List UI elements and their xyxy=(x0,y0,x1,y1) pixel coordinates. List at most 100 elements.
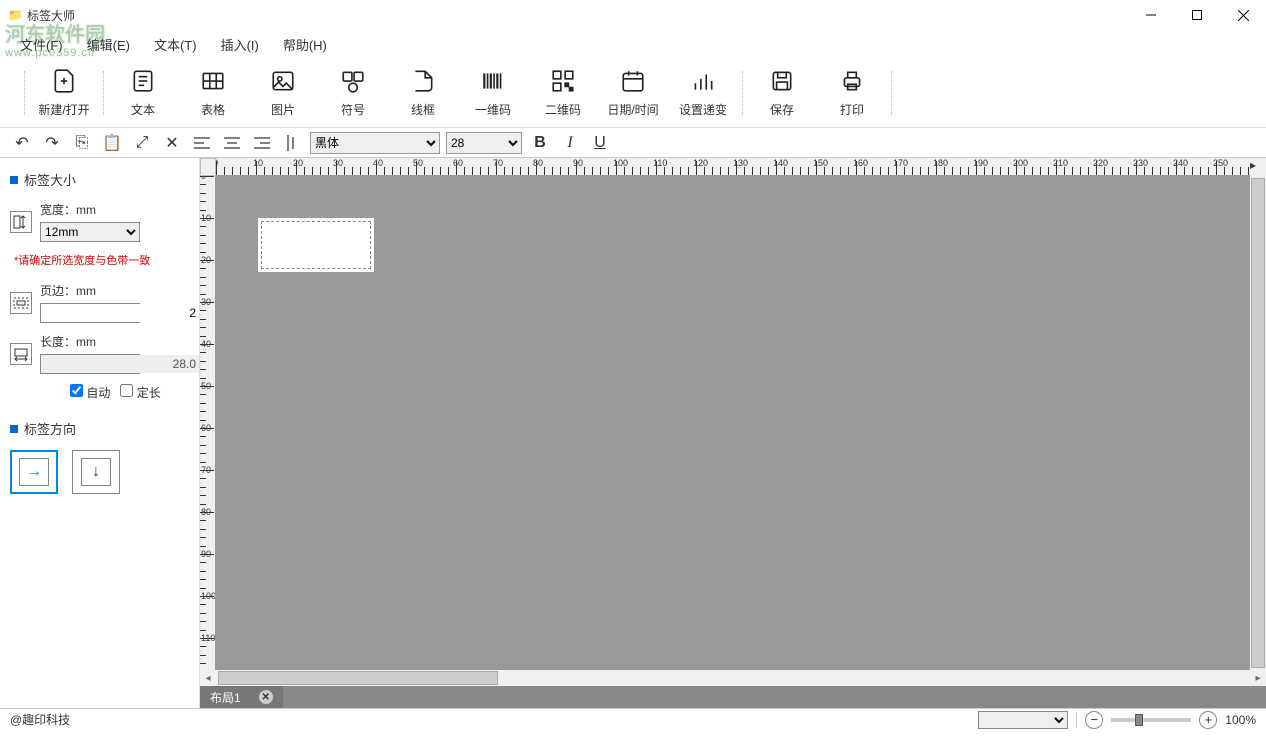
barcode1d-button[interactable]: 一维码 xyxy=(458,65,528,121)
increment-label: 设置递变 xyxy=(679,101,727,118)
text-button[interactable]: 文本 xyxy=(108,65,178,121)
width-select[interactable]: 12mm xyxy=(40,222,140,242)
paste-button[interactable]: 📋 xyxy=(100,131,124,155)
zoom-controls: − + 100% xyxy=(978,711,1256,729)
italic-button[interactable]: I xyxy=(558,131,582,155)
print-button[interactable]: 打印 xyxy=(817,65,887,121)
new-open-button[interactable]: 新建/打开 xyxy=(29,65,99,121)
datetime-button[interactable]: 日期/时间 xyxy=(598,65,668,121)
underline-button[interactable]: U xyxy=(588,131,612,155)
ruler-right-arrow[interactable]: ▸ xyxy=(1250,158,1266,176)
vscroll-thumb[interactable] xyxy=(1251,178,1265,668)
toolbar-divider xyxy=(742,71,743,115)
minimize-button[interactable] xyxy=(1128,0,1174,30)
menu-help[interactable]: 帮助(H) xyxy=(271,31,339,58)
image-button[interactable]: 图片 xyxy=(248,65,318,121)
status-bar: @趣印科技 − + 100% xyxy=(0,708,1266,730)
zoom-level: 100% xyxy=(1225,713,1256,727)
length-icon xyxy=(10,343,32,365)
format-bar: ↶ ↷ ⎘ 📋 ⤢ ✕ 黑体 28 B I U xyxy=(0,128,1266,158)
length-spinner[interactable]: ▲▼ xyxy=(40,354,140,374)
fixed-checkbox[interactable]: 定长 xyxy=(120,384,160,401)
symbol-icon xyxy=(340,67,366,95)
increment-button[interactable]: 设置递变 xyxy=(668,65,738,121)
symbol-label: 符号 xyxy=(341,101,365,118)
menu-bar: 文件(F) 编辑(E) 文本(T) 插入(I) 帮助(H) xyxy=(0,30,1266,58)
length-mode-row: 自动 定长 xyxy=(70,384,189,401)
margin-input[interactable] xyxy=(41,304,200,322)
main-toolbar: 新建/打开 文本 表格 图片 符号 线框 一维码 二维码 日期/时间 设置递变 … xyxy=(0,58,1266,128)
vertical-scrollbar[interactable] xyxy=(1250,176,1266,670)
align-right-button[interactable] xyxy=(250,131,274,155)
length-row: 长度：mm ▲▼ xyxy=(10,333,189,374)
redo-button[interactable]: ↷ xyxy=(40,131,64,155)
frame-icon xyxy=(410,67,436,95)
hscroll-right[interactable]: ▸ xyxy=(1250,673,1266,684)
length-input xyxy=(41,355,200,373)
folder-icon: 📁 xyxy=(8,8,23,22)
cut-button[interactable]: ⤢ xyxy=(130,131,154,155)
bold-button[interactable]: B xyxy=(528,131,552,155)
auto-checkbox[interactable]: 自动 xyxy=(70,384,110,401)
title-text: 标签大师 xyxy=(27,7,75,24)
new-open-icon xyxy=(51,67,77,95)
maximize-button[interactable] xyxy=(1174,0,1220,30)
table-label: 表格 xyxy=(201,101,225,118)
vertical-text-button[interactable] xyxy=(280,131,304,155)
label-size-section: 标签大小 xyxy=(10,170,189,189)
ruler-horizontal: 0102030405060708090100110120130140150160… xyxy=(216,158,1250,176)
frame-button[interactable]: 线框 xyxy=(388,65,458,121)
horizontal-scrollbar[interactable]: ◂ ▸ xyxy=(200,670,1266,686)
section-bullet-icon xyxy=(10,176,18,184)
toolbar-divider xyxy=(24,71,25,115)
label-design-area[interactable] xyxy=(261,221,371,269)
undo-button[interactable]: ↶ xyxy=(10,131,34,155)
menu-insert[interactable]: 插入(I) xyxy=(209,31,271,58)
toolbar-divider xyxy=(891,71,892,115)
zoom-slider[interactable] xyxy=(1111,718,1191,722)
menu-text[interactable]: 文本(T) xyxy=(142,31,209,58)
zoom-out-button[interactable]: − xyxy=(1085,711,1103,729)
menu-edit[interactable]: 编辑(E) xyxy=(75,31,142,58)
ruler-vertical: 0102030405060708090100110120 xyxy=(200,176,216,670)
margin-icon xyxy=(10,292,32,314)
font-select[interactable]: 黑体 xyxy=(310,132,440,154)
table-button[interactable]: 表格 xyxy=(178,65,248,121)
new-open-label: 新建/打开 xyxy=(38,101,89,118)
align-center-button[interactable] xyxy=(220,131,244,155)
canvas-viewport[interactable] xyxy=(216,176,1266,670)
label-orient-section: 标签方向 xyxy=(10,419,189,438)
window-title: 📁 标签大师 xyxy=(8,7,75,24)
symbol-button[interactable]: 符号 xyxy=(318,65,388,121)
hscroll-left[interactable]: ◂ xyxy=(200,673,216,684)
orient-vertical-button[interactable]: ↓ xyxy=(72,450,120,494)
close-button[interactable] xyxy=(1220,0,1266,30)
fontsize-select[interactable]: 28 xyxy=(446,132,522,154)
table-icon xyxy=(200,67,226,95)
zoom-select[interactable] xyxy=(978,711,1068,729)
increment-icon xyxy=(690,67,716,95)
barcode2d-button[interactable]: 二维码 xyxy=(528,65,598,121)
print-icon xyxy=(839,67,865,95)
title-bar: 📁 标签大师 xyxy=(0,0,1266,30)
zoom-in-button[interactable]: + xyxy=(1199,711,1217,729)
image-icon xyxy=(270,67,296,95)
label-size-title: 标签大小 xyxy=(24,170,76,189)
save-button[interactable]: 保存 xyxy=(747,65,817,121)
tab-close-button[interactable]: ✕ xyxy=(259,690,273,704)
zoom-slider-thumb[interactable] xyxy=(1135,714,1143,726)
text-label: 文本 xyxy=(131,101,155,118)
copy-button[interactable]: ⎘ xyxy=(70,131,94,155)
text-icon xyxy=(130,67,156,95)
company-label: @趣印科技 xyxy=(10,711,70,728)
orient-horizontal-button[interactable]: → xyxy=(10,450,58,494)
margin-spinner[interactable]: ▲▼ xyxy=(40,303,140,323)
menu-file[interactable]: 文件(F) xyxy=(8,31,75,58)
margin-row: 页边：mm ▲▼ xyxy=(10,282,189,323)
ruler-row: 0102030405060708090100110120130140150160… xyxy=(200,158,1266,176)
layout-tab[interactable]: 布局1 ✕ xyxy=(200,686,283,708)
align-left-button[interactable] xyxy=(190,131,214,155)
hscroll-thumb[interactable] xyxy=(218,671,498,685)
datetime-label: 日期/时间 xyxy=(607,101,658,118)
delete-button[interactable]: ✕ xyxy=(160,131,184,155)
